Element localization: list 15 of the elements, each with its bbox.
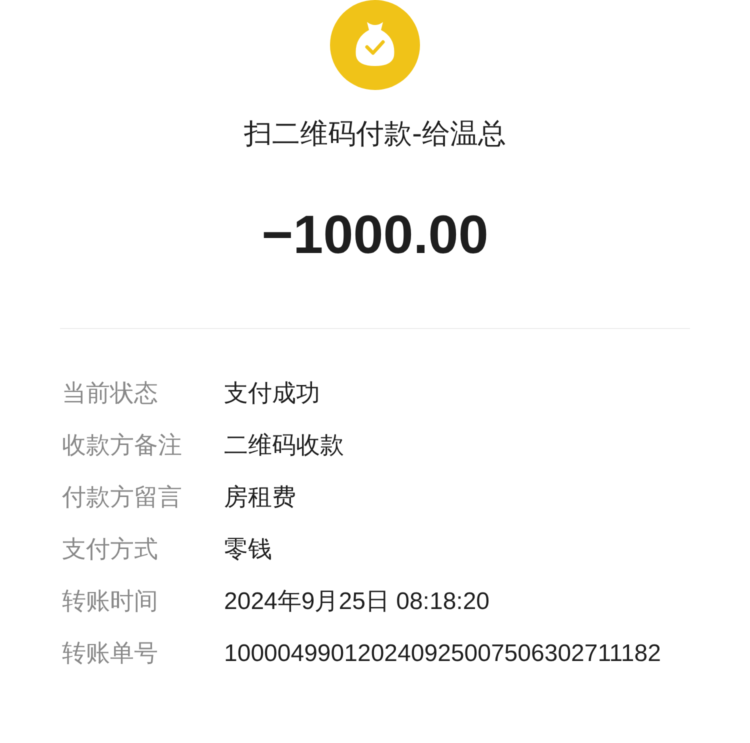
detail-value: 2024年9月25日 08:18:20 bbox=[224, 587, 491, 617]
money-bag-icon bbox=[330, 0, 420, 90]
detail-value: 二维码收款 bbox=[224, 431, 345, 461]
detail-value: 支付成功 bbox=[224, 379, 321, 409]
payment-amount: −1000.00 bbox=[262, 204, 488, 266]
detail-label: 支付方式 bbox=[62, 534, 159, 565]
detail-label: 收款方备注 bbox=[62, 430, 183, 461]
detail-label: 付款方留言 bbox=[62, 482, 183, 513]
detail-label: 当前状态 bbox=[62, 378, 159, 409]
payment-title: 扫二维码付款-给温总 bbox=[244, 116, 506, 152]
detail-label: 转账时间 bbox=[62, 586, 159, 617]
detail-label: 转账单号 bbox=[62, 638, 159, 669]
detail-value: 房租费 bbox=[224, 483, 297, 513]
detail-value: 100004990120240925007506302711182 bbox=[224, 639, 662, 669]
detail-value: 零钱 bbox=[224, 535, 273, 565]
